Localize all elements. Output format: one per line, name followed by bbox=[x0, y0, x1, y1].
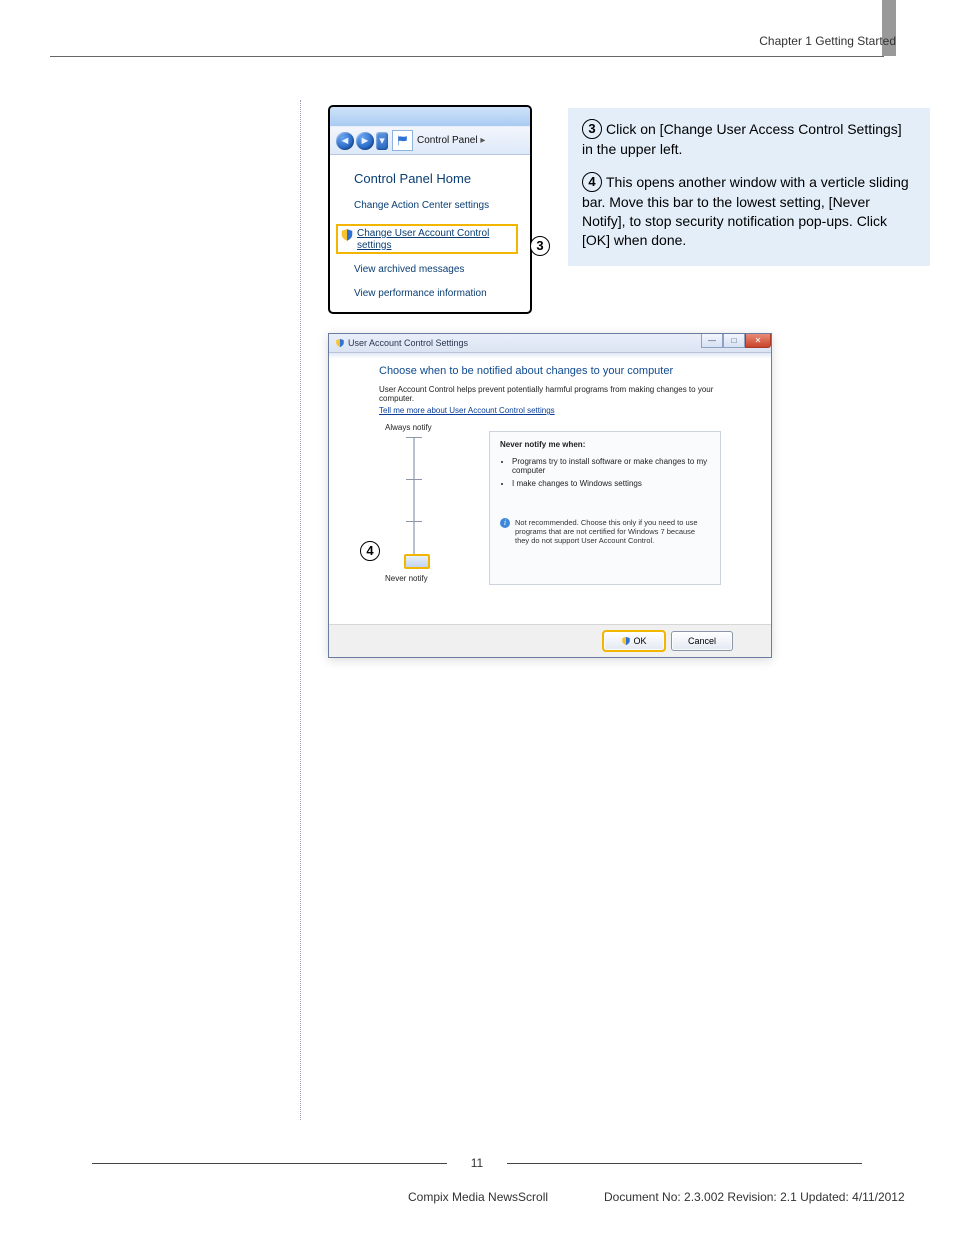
ok-button-label: OK bbox=[633, 636, 646, 646]
footer-left: Compix Media NewsScroll bbox=[408, 1190, 548, 1204]
shield-icon bbox=[335, 338, 345, 348]
dialog-more-link[interactable]: Tell me more about User Account Control … bbox=[379, 406, 555, 415]
sidebar-heading: Control Panel Home bbox=[354, 171, 518, 186]
ok-button[interactable]: OK bbox=[603, 631, 665, 651]
instruction-callout: 3Click on [Change User Access Control Se… bbox=[568, 108, 930, 266]
annotation-4: 4 bbox=[360, 542, 380, 562]
slider-label-bottom: Never notify bbox=[385, 574, 428, 583]
dialog-button-bar: OK Cancel bbox=[329, 624, 771, 657]
window-frame-top bbox=[330, 107, 530, 126]
dialog-subtext: User Account Control helps prevent poten… bbox=[379, 385, 741, 403]
column-divider bbox=[300, 100, 301, 1120]
dialog-heading: Choose when to be notified about changes… bbox=[379, 365, 741, 377]
annotation-badge-4: 4 bbox=[360, 541, 380, 561]
step-4-text: This opens another window with a verticl… bbox=[582, 174, 909, 248]
breadcrumb[interactable]: Control Panel bbox=[417, 135, 485, 146]
notify-description-box: Never notify me when: Programs try to in… bbox=[489, 431, 721, 585]
window-close-button[interactable]: ✕ bbox=[745, 334, 771, 348]
explorer-navbar: ◄ ► ▾ Control Panel bbox=[330, 126, 530, 155]
footer-right: Document No: 2.3.002 Revision: 2.1 Updat… bbox=[604, 1190, 905, 1204]
shield-icon bbox=[621, 636, 631, 646]
annotation-badge-3: 3 bbox=[530, 236, 550, 256]
history-dropdown[interactable]: ▾ bbox=[376, 132, 388, 150]
action-center-flag-icon bbox=[392, 130, 413, 151]
info-icon: i bbox=[500, 518, 510, 528]
header-rule bbox=[50, 56, 884, 57]
link-change-action-center[interactable]: Change Action Center settings bbox=[354, 200, 518, 212]
window-title: User Account Control Settings bbox=[348, 338, 468, 348]
cancel-button-label: Cancel bbox=[688, 636, 716, 646]
page-number: 11 bbox=[0, 1156, 954, 1170]
annotation-3: 3 bbox=[530, 237, 550, 257]
slider-label-top: Always notify bbox=[385, 423, 432, 432]
window-minimize-button[interactable]: — bbox=[701, 334, 723, 348]
link-view-performance[interactable]: View performance information bbox=[354, 288, 518, 300]
notify-warning: Not recommended. Choose this only if you… bbox=[515, 518, 710, 545]
notify-title: Never notify me when: bbox=[500, 440, 710, 449]
slider-thumb[interactable] bbox=[404, 554, 430, 569]
screenshot-control-panel-sidebar: ◄ ► ▾ Control Panel Control Panel Home C… bbox=[328, 105, 532, 314]
step-badge-3: 3 bbox=[582, 119, 602, 139]
notify-bullet-1: Programs try to install software or make… bbox=[512, 457, 710, 475]
notify-bullet-2: I make changes to Windows settings bbox=[512, 479, 710, 488]
link-change-uac-highlighted[interactable]: Change User Account Control settings bbox=[336, 224, 518, 254]
step-3-text: Click on [Change User Access Control Set… bbox=[582, 121, 902, 157]
notify-slider-area: Always notify Never notify Never notify … bbox=[379, 423, 741, 583]
window-titlebar: User Account Control Settings — □ ✕ bbox=[329, 334, 771, 353]
back-button[interactable]: ◄ bbox=[336, 132, 354, 150]
link-view-archived[interactable]: View archived messages bbox=[354, 264, 518, 276]
slider-track[interactable] bbox=[413, 437, 415, 565]
link-change-uac-label: Change User Account Control settings bbox=[357, 228, 514, 251]
screenshot-uac-settings-dialog: User Account Control Settings — □ ✕ Choo… bbox=[328, 333, 772, 658]
forward-button[interactable]: ► bbox=[356, 132, 374, 150]
window-maximize-button[interactable]: □ bbox=[723, 334, 745, 348]
shield-icon bbox=[340, 228, 354, 242]
chapter-header: Chapter 1 Getting Started bbox=[759, 34, 896, 48]
cancel-button[interactable]: Cancel bbox=[671, 631, 733, 651]
step-badge-4: 4 bbox=[582, 172, 602, 192]
